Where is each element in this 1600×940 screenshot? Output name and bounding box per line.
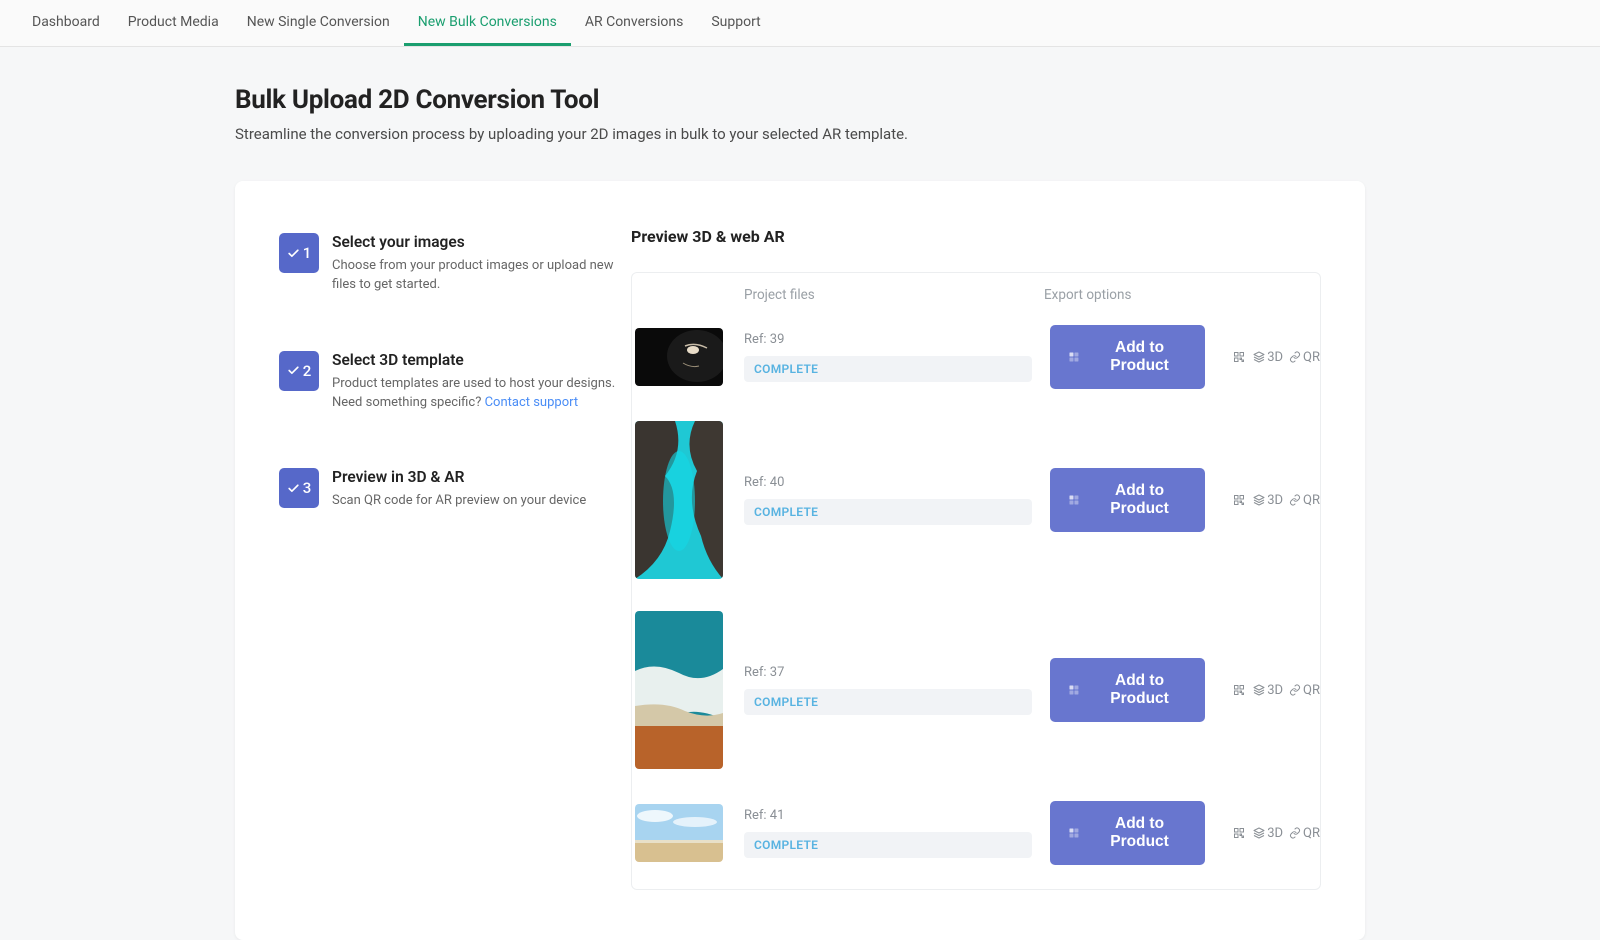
project-ref: Ref: 39 bbox=[744, 332, 1032, 347]
table-row: Ref: 40 COMPLETE Add to Product 3D QR bbox=[632, 413, 1320, 603]
nav-item-support[interactable]: Support bbox=[697, 0, 774, 46]
3d-link[interactable]: 3D bbox=[1253, 683, 1283, 698]
qr-icon bbox=[1233, 684, 1245, 696]
qr-icon bbox=[1233, 351, 1245, 363]
col-project-files: Project files bbox=[744, 287, 1044, 303]
nav-item-product-media[interactable]: Product Media bbox=[114, 0, 233, 46]
page-title: Bulk Upload 2D Conversion Tool bbox=[235, 85, 1365, 115]
step-3: 3 Preview in 3D & AR Scan QR code for AR p… bbox=[279, 468, 619, 511]
step-desc: Scan QR code for AR preview on your devi… bbox=[332, 492, 586, 511]
add-to-product-label: Add to Product bbox=[1098, 482, 1181, 518]
steps-column: 1 Select your images Choose from your prod… bbox=[279, 227, 619, 890]
col-export-options: Export options bbox=[1044, 287, 1320, 303]
nav-item-dashboard[interactable]: Dashboard bbox=[18, 0, 114, 46]
page-subtitle: Streamline the conversion process by upl… bbox=[235, 125, 1365, 143]
grid-icon bbox=[1068, 349, 1080, 365]
add-to-product-button[interactable]: Add to Product bbox=[1050, 658, 1205, 722]
grid-icon bbox=[1068, 682, 1080, 698]
add-to-product-label: Add to Product bbox=[1098, 339, 1181, 375]
grid-icon bbox=[1068, 825, 1080, 841]
3d-link[interactable]: 3D bbox=[1253, 826, 1283, 841]
3d-link[interactable]: 3D bbox=[1253, 350, 1283, 365]
add-to-product-label: Add to Product bbox=[1098, 815, 1181, 851]
status-badge: COMPLETE bbox=[744, 689, 1032, 715]
link-icon bbox=[1289, 494, 1301, 506]
preview-column: Preview 3D & web AR Project files Export… bbox=[631, 227, 1321, 890]
qr-link[interactable] bbox=[1233, 351, 1247, 363]
layers-icon bbox=[1253, 827, 1265, 839]
step-badge: 1 bbox=[279, 233, 319, 273]
step-number: 1 bbox=[303, 244, 312, 262]
step-title: Select 3D template bbox=[332, 351, 619, 369]
status-badge: COMPLETE bbox=[744, 832, 1032, 858]
link-icon bbox=[1289, 684, 1301, 696]
qr-text-link[interactable]: QR bbox=[1289, 493, 1320, 508]
qr-link[interactable] bbox=[1233, 827, 1247, 839]
grid-icon bbox=[1068, 492, 1080, 508]
step-title: Select your images bbox=[332, 233, 619, 251]
3d-link[interactable]: 3D bbox=[1253, 493, 1283, 508]
step-desc: Choose from your product images or uploa… bbox=[332, 257, 619, 295]
project-ref: Ref: 41 bbox=[744, 808, 1032, 823]
add-to-product-label: Add to Product bbox=[1098, 672, 1181, 708]
step-number: 3 bbox=[303, 479, 312, 497]
step-number: 2 bbox=[303, 362, 312, 380]
table-row: Ref: 41 COMPLETE Add to Product 3D QR bbox=[632, 793, 1320, 889]
qr-link[interactable] bbox=[1233, 684, 1247, 696]
status-badge: COMPLETE bbox=[744, 356, 1032, 382]
step-desc: Product templates are used to host your … bbox=[332, 375, 619, 413]
project-ref: Ref: 40 bbox=[744, 475, 1032, 490]
step-badge: 3 bbox=[279, 468, 319, 508]
add-to-product-button[interactable]: Add to Product bbox=[1050, 325, 1205, 389]
preview-heading: Preview 3D & web AR bbox=[631, 227, 1321, 246]
link-icon bbox=[1289, 827, 1301, 839]
thumbnail[interactable] bbox=[635, 804, 723, 862]
step-title: Preview in 3D & AR bbox=[332, 468, 586, 486]
qr-icon bbox=[1233, 494, 1245, 506]
nav-item-ar-conversions[interactable]: AR Conversions bbox=[571, 0, 698, 46]
qr-text-link[interactable]: QR bbox=[1289, 683, 1320, 698]
table-row: Ref: 39 COMPLETE Add to Product 3D QR bbox=[632, 317, 1320, 413]
main-card: 1 Select your images Choose from your prod… bbox=[235, 181, 1365, 940]
step-badge: 2 bbox=[279, 351, 319, 391]
thumbnail[interactable] bbox=[635, 611, 723, 769]
table-header: Project files Export options bbox=[632, 273, 1320, 317]
contact-support-link[interactable]: Contact support bbox=[485, 395, 579, 410]
qr-icon bbox=[1233, 827, 1245, 839]
thumbnail[interactable] bbox=[635, 328, 723, 386]
qr-text-link[interactable]: QR bbox=[1289, 826, 1320, 841]
table-row: Ref: 37 COMPLETE Add to Product 3D QR bbox=[632, 603, 1320, 793]
layers-icon bbox=[1253, 684, 1265, 696]
layers-icon bbox=[1253, 351, 1265, 363]
step-1: 1 Select your images Choose from your prod… bbox=[279, 233, 619, 295]
add-to-product-button[interactable]: Add to Product bbox=[1050, 468, 1205, 532]
thumbnail[interactable] bbox=[635, 421, 723, 579]
project-ref: Ref: 37 bbox=[744, 665, 1032, 680]
layers-icon bbox=[1253, 494, 1265, 506]
qr-text-link[interactable]: QR bbox=[1289, 350, 1320, 365]
add-to-product-button[interactable]: Add to Product bbox=[1050, 801, 1205, 865]
nav-item-new-single-conversion[interactable]: New Single Conversion bbox=[233, 0, 404, 46]
link-icon bbox=[1289, 351, 1301, 363]
qr-link[interactable] bbox=[1233, 494, 1247, 506]
nav-item-new-bulk-conversions[interactable]: New Bulk Conversions bbox=[404, 0, 571, 46]
preview-table: Project files Export options Ref: 39 COMP… bbox=[631, 272, 1321, 890]
top-nav: DashboardProduct MediaNew Single Convers… bbox=[0, 0, 1600, 47]
status-badge: COMPLETE bbox=[744, 499, 1032, 525]
step-2: 2 Select 3D template Product templates are… bbox=[279, 351, 619, 413]
